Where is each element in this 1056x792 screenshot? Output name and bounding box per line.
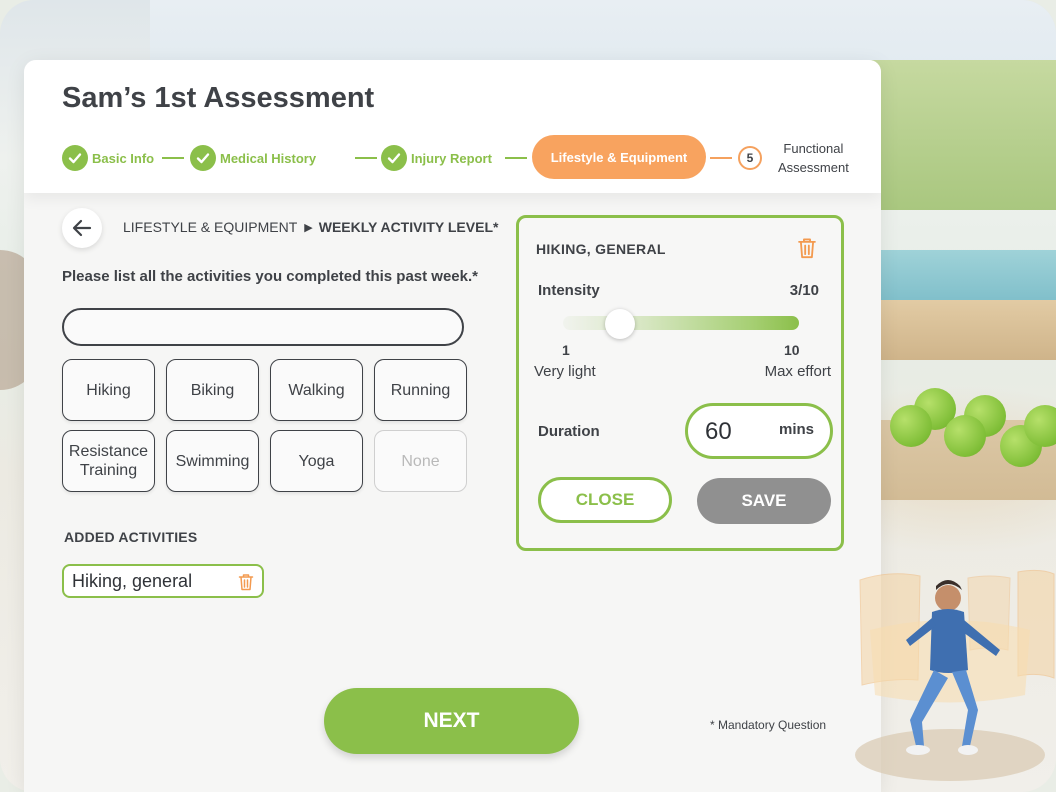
breadcrumb-separator: ▶ [304,221,313,234]
step-basic-info[interactable]: Basic Info [62,135,154,181]
trash-icon[interactable] [238,573,254,596]
step-label-line: Assessment [778,160,849,175]
added-activity-item[interactable]: Hiking, general [62,564,264,598]
step-medical-history[interactable]: Medical History [190,135,316,181]
step-label: Medical History [220,150,317,166]
intensity-slider-track[interactable] [563,316,799,330]
breadcrumb: LIFESTYLE & EQUIPMENT ▶ WEEKLY ACTIVITY … [123,219,498,235]
breadcrumb-current: WEEKLY ACTIVITY LEVEL* [318,219,499,235]
step-connector [355,157,377,159]
chip-label: Resistance Training [69,442,148,480]
duration-input[interactable]: 60 mins [685,403,833,459]
background-lawn [870,60,1056,210]
chip-label: Yoga [298,452,335,470]
chip-label-line: Resistance [68,443,149,460]
added-activities-heading: ADDED ACTIVITIES [64,529,198,545]
chip-label: Walking [288,381,345,399]
activity-search-input[interactable] [62,308,464,346]
intensity-slider-thumb[interactable] [605,309,635,339]
step-injury-report[interactable]: Injury Report [381,135,492,181]
chip-label-line: Training [79,462,138,479]
hologram-illustration [850,560,1056,792]
slider-min-value: 1 [562,342,570,358]
duration-value: 60 [705,418,732,445]
step-label: Functional Assessment [778,139,849,177]
trash-icon[interactable] [797,237,817,264]
activity-detail-panel: HIKING, GENERAL Intensity 3/10 1 10 Very… [516,215,844,551]
chip-label: Biking [190,381,235,399]
check-icon [62,145,88,171]
chip-label: Swimming [175,452,250,470]
slider-min-caption: Very light [534,363,596,380]
slider-max-caption: Max effort [764,363,831,380]
activity-chip-hiking[interactable]: Hiking [62,359,155,421]
activity-chip-walking[interactable]: Walking [270,359,363,421]
page-title: Sam’s 1st Assessment [62,82,375,114]
back-button[interactable] [62,208,102,248]
intensity-label: Intensity [538,282,600,299]
card-header: Sam’s 1st Assessment Basic Info Medical … [24,60,881,193]
activity-chip-biking[interactable]: Biking [166,359,259,421]
activity-question: Please list all the activities you compl… [62,268,478,285]
step-connector [162,157,184,159]
medicine-ball [944,415,986,457]
mandatory-note: * Mandatory Question [710,718,827,732]
step-label-line: Functional [783,141,844,156]
background-shelf [870,300,1056,360]
duration-label: Duration [538,423,600,440]
chip-label: Hiking [86,381,131,399]
check-icon [381,145,407,171]
activity-chip-running[interactable]: Running [374,359,467,421]
back-arrow-icon [72,219,92,237]
step-number: 5 [738,146,762,170]
panel-title: HIKING, GENERAL [536,241,666,257]
activity-chip-none: None [374,430,467,492]
step-connector [710,157,732,159]
activity-chip-yoga[interactable]: Yoga [270,430,363,492]
breadcrumb-section[interactable]: LIFESTYLE & EQUIPMENT [123,219,297,235]
activity-chip-swimming[interactable]: Swimming [166,430,259,492]
save-button[interactable]: SAVE [697,478,831,524]
close-button[interactable]: CLOSE [538,477,672,523]
step-label: Injury Report [411,150,492,166]
added-activity-label: Hiking, general [72,570,193,591]
duration-unit: mins [778,421,814,438]
check-icon [190,145,216,171]
progress-stepper: Basic Info Medical History Injury Report… [62,135,872,181]
medicine-ball [890,405,932,447]
step-label: Basic Info [92,150,155,166]
assessment-card: Sam’s 1st Assessment Basic Info Medical … [24,60,881,792]
slider-max-value: 10 [784,342,800,358]
step-functional-assessment[interactable]: 5 Functional Assessment [738,135,849,181]
chip-label: None [401,452,440,470]
step-lifestyle-equipment[interactable]: Lifestyle & Equipment [532,135,706,179]
intensity-value: 3/10 [789,282,819,299]
activity-chip-resistance-training[interactable]: Resistance Training [62,430,155,492]
next-button[interactable]: NEXT [324,688,579,754]
step-connector [505,157,527,159]
chip-label: Running [390,381,451,399]
